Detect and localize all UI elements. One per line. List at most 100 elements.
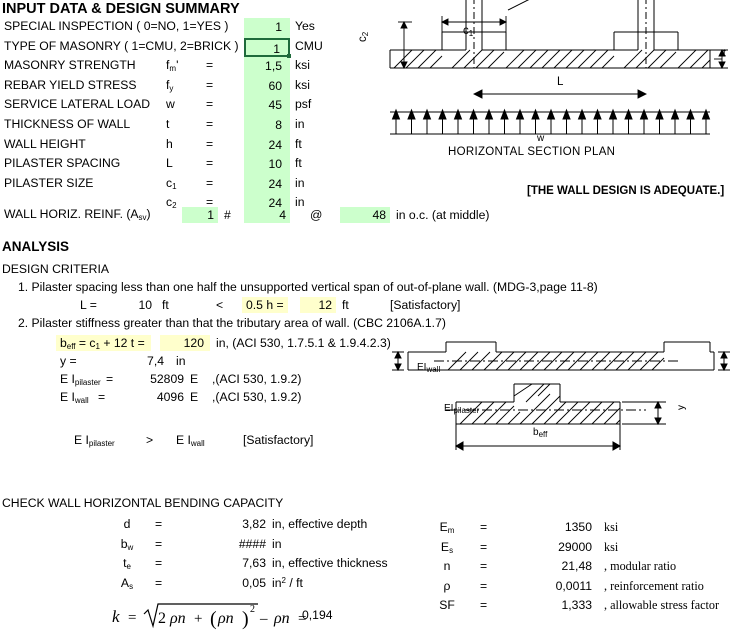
check-row-symbol: As	[120, 575, 134, 591]
beff-expr2: + 12 t =	[99, 336, 145, 350]
input-value-cell[interactable]: 1	[244, 18, 290, 37]
ei-wall-diagram-sub: wall	[426, 365, 441, 374]
check-row-equals: =	[155, 536, 163, 551]
compare-left-sub: pilaster	[88, 439, 115, 448]
svg-text:+: +	[194, 611, 202, 627]
input-value-cell[interactable]: 8	[244, 116, 290, 135]
check-row-symbol: ρ	[443, 578, 451, 593]
ei-pilaster-diagram-sub: pilaster	[453, 406, 480, 415]
check-row-unit: , reinforcement ratio	[604, 578, 704, 593]
svg-text:(: (	[210, 608, 217, 630]
criteria1-half-h-unit: ft	[342, 298, 349, 312]
ei-pilaster-eq: =	[106, 372, 114, 386]
input-value-cell[interactable]: 10	[244, 155, 290, 174]
check-row-value: 0,05	[242, 575, 266, 590]
diagram-label-w: w	[537, 133, 545, 144]
check-row-unit: in, effective thickness	[272, 556, 388, 570]
svg-text:–: –	[259, 611, 268, 627]
compare-left: E Ipilaster	[74, 433, 115, 448]
input-row-equals: =	[206, 175, 214, 190]
check-row-equals: =	[155, 556, 163, 570]
check-row-equals: =	[480, 578, 488, 593]
criteria1-L-value: 10	[138, 298, 152, 312]
input-row-symbol: fy	[166, 77, 174, 93]
input-row-equals: =	[206, 58, 214, 73]
reinf-hash-symbol: #	[224, 208, 231, 222]
input-row-equals: =	[206, 156, 214, 171]
ei-pilaster-value: 52809	[150, 372, 184, 386]
input-row-equals: =	[206, 77, 214, 92]
reinf-spacing-unit: in o.c. (at middle)	[396, 208, 490, 222]
analysis-heading: ANALYSIS	[2, 239, 70, 254]
check-row-unit: in	[272, 536, 282, 551]
compare-right-text: E I	[176, 433, 191, 447]
input-value-cell[interactable]: 24	[244, 175, 290, 194]
beff-label: b	[60, 336, 67, 350]
reinf-spacing-cell[interactable]: 48	[340, 207, 390, 224]
ei-pilaster-label: E Ipilaster	[60, 373, 101, 387]
c1-label-sub: 1	[468, 29, 474, 38]
beff-expr: = c	[75, 336, 96, 350]
reinf-qty-cell[interactable]: 1	[182, 207, 218, 224]
input-value-cell-selected[interactable]: 1	[244, 37, 291, 58]
check-row-unit: , modular ratio	[604, 559, 677, 573]
compare-left-text: E I	[74, 433, 89, 447]
criteria1-L-unit: ft	[162, 298, 169, 312]
beff-diagram-text: b	[533, 427, 539, 438]
input-row-unit: ksi	[295, 77, 310, 92]
input-row-label: REBAR YIELD STRESS	[4, 77, 137, 92]
input-row-label: PILASTER SPACING	[4, 156, 121, 171]
input-row-label: SPECIAL INSPECTION ( 0=NO, 1=YES )	[4, 19, 229, 33]
c2-label-sub: 2	[361, 31, 370, 37]
check-row-equals: =	[480, 598, 488, 612]
svg-text:ρn: ρn	[169, 610, 186, 627]
ei-wall-label-text: E I	[60, 390, 75, 404]
c1-label-text: c	[463, 25, 469, 37]
input-row-unit: in	[295, 195, 305, 210]
ei-wall-label: E Iwall	[60, 390, 89, 405]
beff-formula: beff = c1 + 12 t =	[56, 335, 151, 352]
input-row-symbol: c2	[166, 195, 177, 211]
check-row-value: 1,333	[561, 598, 593, 612]
check-row-value: 7,63	[242, 556, 266, 570]
check-row-symbol: Es	[440, 539, 454, 555]
check-row-value: 3,82	[242, 517, 266, 531]
diagram-label-y: y	[676, 405, 687, 410]
beff-value: 120	[160, 335, 210, 352]
ei-wall-unit: E	[190, 390, 199, 404]
design-verdict: [THE WALL DESIGN IS ADEQUATE.]	[527, 185, 725, 197]
check-row-unit: in2 / ft	[272, 575, 303, 590]
ei-wall-eq: =	[98, 390, 106, 404]
check-row-equals: =	[155, 575, 163, 590]
wall-horiz-reinf-label-sub: sv	[138, 213, 147, 222]
check-row-unit: in, effective depth	[272, 517, 368, 531]
check-row-equals: =	[480, 520, 488, 534]
y-unit: in	[176, 354, 186, 368]
reinf-bar-size-cell[interactable]: 4	[244, 207, 290, 224]
input-row-unit: ksi	[295, 58, 310, 73]
input-row-equals: =	[206, 136, 214, 151]
svg-text:ρn: ρn	[217, 610, 234, 627]
diagram-caption-horizontal-section-plan: HORIZONTAL SECTION PLAN	[448, 146, 616, 158]
input-value-cell[interactable]: 1,5	[244, 57, 290, 76]
diagram-label-c2: c2	[357, 31, 370, 42]
input-value-cell[interactable]: 60	[244, 77, 290, 96]
input-value-cell[interactable]: 24	[244, 136, 290, 155]
input-row-label: SERVICE LATERAL LOAD	[4, 97, 151, 112]
check-row-equals: =	[480, 539, 488, 554]
input-value-cell[interactable]: 45	[244, 96, 290, 115]
wall-horiz-reinf-label: WALL HORIZ. REINF. (Asv)	[4, 208, 151, 222]
check-row-symbol: d	[123, 517, 131, 531]
input-row-symbol: w	[166, 97, 175, 112]
diagram-label-ei-pilaster: EIpilaster	[444, 404, 480, 415]
check-row-unit: ksi	[604, 520, 619, 534]
input-row-symbol: fm'	[166, 58, 179, 74]
check-row-equals: =	[480, 559, 488, 573]
input-row-unit: ft	[295, 136, 302, 151]
ei-pilaster-label-sub: pilaster	[74, 378, 101, 387]
input-row-label: TYPE OF MASONRY ( 1=CMU, 2=BRICK )	[4, 38, 239, 53]
diagram-label-c1: c1	[463, 25, 474, 38]
horizontal-section-plan-diagram	[370, 0, 732, 162]
input-row-label: MASONRY STRENGTH	[4, 58, 136, 73]
y-value: 7,4	[147, 354, 164, 368]
